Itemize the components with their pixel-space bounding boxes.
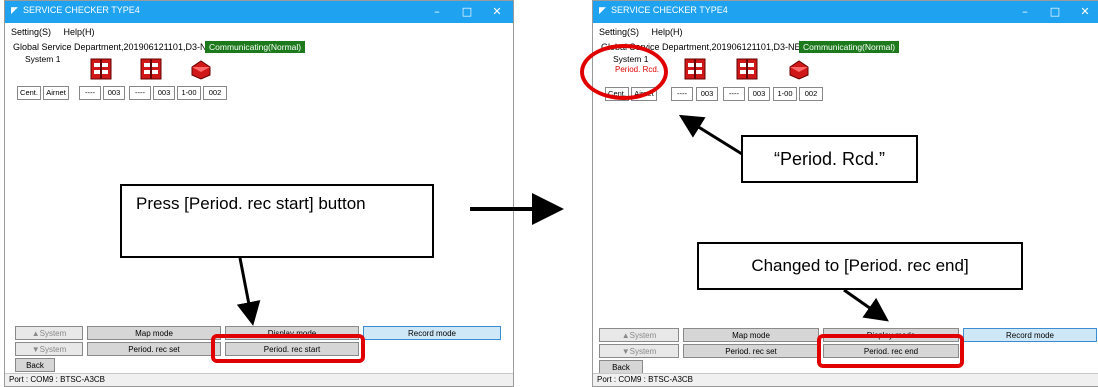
- address-box: ----: [79, 86, 101, 100]
- window-title: SERVICE CHECKER TYPE4: [611, 5, 728, 15]
- title-bar: ◤ SERVICE CHECKER TYPE4 – □ ✕: [5, 1, 513, 23]
- menu-setting[interactable]: Setting(S): [599, 27, 639, 37]
- airnet-box[interactable]: Airnet: [43, 86, 69, 100]
- address-box: ----: [723, 87, 745, 101]
- period-rec-set-button[interactable]: Period. rec set: [87, 342, 221, 356]
- menu-setting[interactable]: Setting(S): [11, 27, 51, 37]
- system-up-button[interactable]: ▲System: [599, 328, 679, 342]
- callout-period-rcd: “Period. Rcd.”: [741, 135, 918, 183]
- title-bar: ◤ SERVICE CHECKER TYPE4 – □ ✕: [593, 1, 1098, 23]
- highlight-end-button: [817, 334, 964, 368]
- status-badge: Communicating(Normal): [799, 41, 900, 53]
- department-info: Global Service Department,201906121101,D…: [13, 42, 218, 52]
- map-mode-button[interactable]: Map mode: [87, 326, 221, 340]
- port-status-bar: Port : COM9 : BTSC-A3CB: [593, 373, 1098, 386]
- callout-press-start: Press [Period. rec start] button: [120, 184, 434, 258]
- back-button[interactable]: Back: [599, 360, 643, 374]
- address-box: 003: [696, 87, 718, 101]
- red-unit-icon[interactable]: [89, 57, 113, 81]
- red-unit-icon[interactable]: [735, 57, 759, 81]
- address-box: 1-00: [177, 86, 201, 100]
- highlight-period-label: [580, 44, 668, 100]
- record-mode-button[interactable]: Record mode: [363, 326, 501, 340]
- port-status-bar: Port : COM9 : BTSC-A3CB: [5, 373, 513, 386]
- red-unit-icon[interactable]: [189, 57, 213, 81]
- system-up-button[interactable]: ▲System: [15, 326, 83, 340]
- address-box: 003: [153, 86, 175, 100]
- address-box: 002: [203, 86, 227, 100]
- menu-bar: Setting(S) Help(H): [5, 27, 99, 37]
- maximize-button[interactable]: □: [453, 3, 481, 21]
- system-down-button[interactable]: ▼System: [15, 342, 83, 356]
- close-button[interactable]: ✕: [1071, 3, 1098, 21]
- red-unit-icon[interactable]: [139, 57, 163, 81]
- period-rec-set-button[interactable]: Period. rec set: [683, 344, 819, 358]
- red-unit-icon[interactable]: [683, 57, 707, 81]
- maximize-button[interactable]: □: [1041, 3, 1069, 21]
- menu-help[interactable]: Help(H): [652, 27, 683, 37]
- address-box: 1-00: [773, 87, 797, 101]
- app-window-after: ◤ SERVICE CHECKER TYPE4 – □ ✕ Setting(S)…: [592, 0, 1098, 387]
- highlight-start-button: [211, 334, 365, 363]
- system-down-button[interactable]: ▼System: [599, 344, 679, 358]
- address-box: 003: [103, 86, 125, 100]
- app-logo-icon: ◤: [599, 6, 606, 16]
- central-box[interactable]: Cent.: [17, 86, 41, 100]
- address-box: ----: [129, 86, 151, 100]
- back-button[interactable]: Back: [15, 358, 55, 372]
- close-button[interactable]: ✕: [483, 3, 511, 21]
- minimize-button[interactable]: –: [423, 3, 451, 21]
- menu-bar: Setting(S) Help(H): [593, 27, 687, 37]
- status-badge: Communicating(Normal): [205, 41, 306, 53]
- address-box: 002: [799, 87, 823, 101]
- map-mode-button[interactable]: Map mode: [683, 328, 819, 342]
- address-box: 003: [748, 87, 770, 101]
- menu-help[interactable]: Help(H): [64, 27, 95, 37]
- address-box: ----: [671, 87, 693, 101]
- record-mode-button[interactable]: Record mode: [963, 328, 1097, 342]
- minimize-button[interactable]: –: [1011, 3, 1039, 21]
- window-title: SERVICE CHECKER TYPE4: [23, 5, 140, 15]
- app-logo-icon: ◤: [11, 6, 18, 16]
- red-unit-icon[interactable]: [787, 57, 811, 81]
- system-label: System 1: [25, 54, 61, 64]
- callout-changed-to-end: Changed to [Period. rec end]: [697, 242, 1023, 290]
